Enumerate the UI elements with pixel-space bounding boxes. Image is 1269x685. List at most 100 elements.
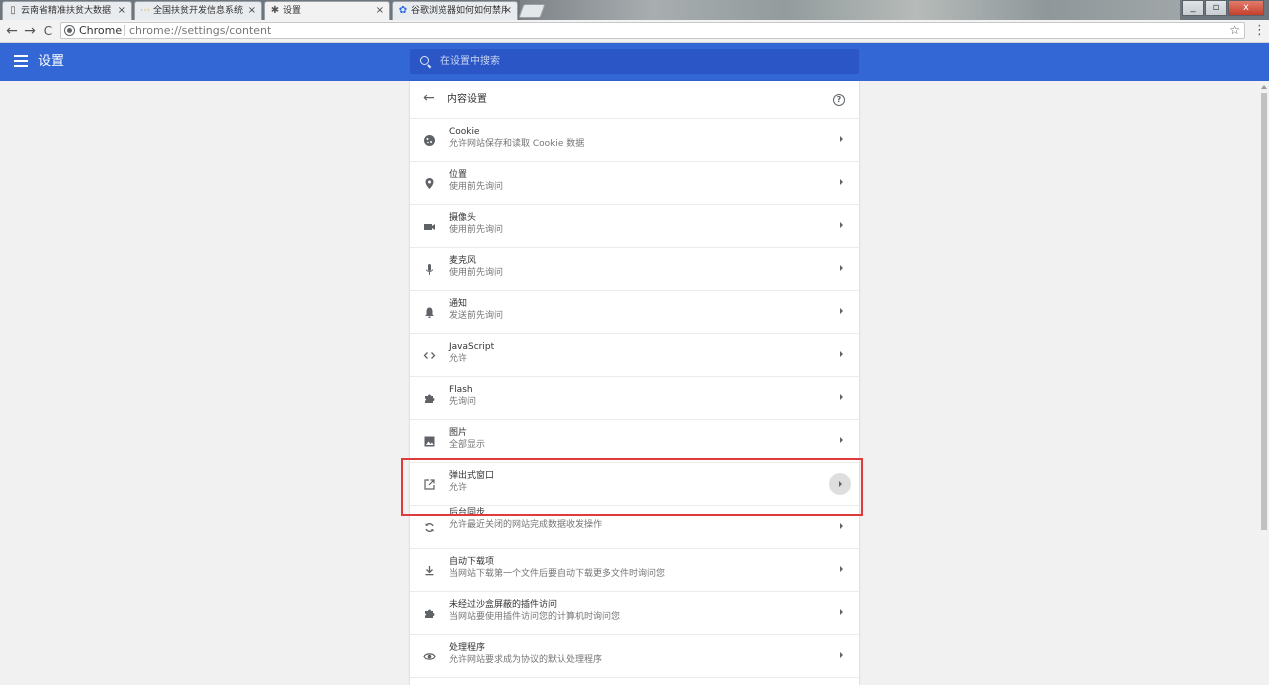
puzzle-icon bbox=[423, 607, 436, 620]
close-icon[interactable]: × bbox=[248, 2, 256, 20]
setting-row-camera[interactable]: 摄像头 使用前先询问 bbox=[410, 205, 859, 248]
forward-button[interactable]: → bbox=[21, 22, 39, 40]
chevron-right-icon[interactable] bbox=[840, 566, 843, 572]
microphone-icon bbox=[423, 263, 436, 276]
document-icon: ▯ bbox=[10, 5, 16, 16]
settings-search-input[interactable]: 在设置中搜索 bbox=[410, 49, 859, 74]
help-icon[interactable]: ? bbox=[833, 94, 845, 106]
card-header: ← 内容设置 ? bbox=[410, 81, 859, 119]
tab-yunnan-poverty[interactable]: ▯ 云南省精准扶贫大数据 × bbox=[2, 1, 132, 20]
setting-row-location[interactable]: 位置 使用前先询问 bbox=[410, 162, 859, 205]
minimize-button[interactable]: _ bbox=[1182, 0, 1204, 16]
tab-title: 谷歌浏览器如何如何禁用 bbox=[411, 6, 507, 16]
browser-menu-icon[interactable]: ⋮ bbox=[1253, 22, 1266, 40]
close-icon[interactable]: × bbox=[504, 2, 512, 20]
tab-settings[interactable]: ✱ 设置 × bbox=[264, 1, 390, 20]
setting-description: 允许网站保存和读取 Cookie 数据 bbox=[449, 139, 585, 149]
setting-description: 当网站下载第一个文件后要自动下载更多文件时询问您 bbox=[449, 569, 666, 579]
sync-icon bbox=[423, 521, 436, 534]
image-icon bbox=[423, 435, 436, 448]
handler-icon bbox=[423, 650, 436, 663]
setting-row-cookie[interactable]: Cookie 允许网站保存和读取 Cookie 数据 bbox=[410, 119, 859, 162]
tab-national-poverty-system[interactable]: ⋯ 全国扶贫开发信息系统 × bbox=[134, 1, 262, 20]
chevron-right-icon[interactable] bbox=[840, 136, 843, 142]
chevron-right-icon[interactable] bbox=[840, 609, 843, 615]
camera-icon bbox=[423, 220, 436, 233]
setting-row-auto-downloads[interactable]: 自动下载项 当网站下载第一个文件后要自动下载更多文件时询问您 bbox=[410, 549, 859, 592]
open-in-new-icon bbox=[423, 478, 436, 491]
setting-row-flash[interactable]: Flash 先询问 bbox=[410, 377, 859, 420]
back-arrow-icon[interactable]: ← bbox=[423, 90, 435, 106]
close-icon[interactable]: × bbox=[118, 2, 126, 20]
setting-row-unsandboxed-plugins[interactable]: 未经过沙盒屏蔽的插件访问 当网站要使用插件访问您的计算机时询问您 bbox=[410, 592, 859, 635]
setting-row-javascript[interactable]: JavaScript 允许 bbox=[410, 334, 859, 377]
chevron-right-icon[interactable] bbox=[840, 308, 843, 314]
setting-label: 麦克风 bbox=[449, 256, 477, 266]
setting-label: 图片 bbox=[449, 428, 468, 438]
bookmark-star-icon[interactable]: ☆ bbox=[1229, 23, 1240, 38]
chevron-right-icon[interactable] bbox=[840, 351, 843, 357]
gear-icon: ✱ bbox=[270, 5, 280, 16]
chevron-right-icon[interactable] bbox=[840, 222, 843, 228]
scrollbar-thumb[interactable] bbox=[1261, 93, 1267, 530]
setting-row-notifications[interactable]: 通知 发送前先询问 bbox=[410, 291, 859, 334]
location-icon bbox=[423, 177, 436, 190]
url-text[interactable]: chrome://settings/content bbox=[129, 23, 271, 38]
search-placeholder: 在设置中搜索 bbox=[440, 56, 500, 67]
setting-row-background-sync[interactable]: 后台同步 允许最近关闭的网站完成数据收发操作 bbox=[410, 506, 859, 549]
chevron-right-icon[interactable] bbox=[840, 265, 843, 271]
setting-row-images[interactable]: 图片 全部显示 bbox=[410, 420, 859, 463]
restore-button[interactable]: ▫ bbox=[1205, 0, 1227, 16]
chevron-right-icon[interactable] bbox=[840, 652, 843, 658]
scroll-up-arrow-icon[interactable] bbox=[1261, 85, 1267, 89]
download-icon bbox=[423, 564, 436, 577]
content-settings-card: ← 内容设置 ? Cookie 允许网站保存和读取 Cookie 数据 位置 使… bbox=[410, 81, 859, 685]
chevron-right-icon[interactable] bbox=[840, 437, 843, 443]
window-close-button[interactable]: x bbox=[1228, 0, 1264, 16]
setting-description: 先询问 bbox=[449, 397, 477, 407]
setting-description: 全部显示 bbox=[449, 440, 486, 450]
hamburger-menu-icon[interactable] bbox=[14, 55, 28, 68]
close-icon[interactable]: × bbox=[376, 2, 384, 20]
chrome-icon bbox=[65, 26, 74, 35]
setting-label: Cookie bbox=[449, 127, 480, 137]
chevron-right-icon[interactable] bbox=[839, 481, 842, 487]
setting-label: 处理程序 bbox=[449, 643, 486, 653]
search-icon bbox=[420, 56, 429, 65]
setting-row-microphone[interactable]: 麦克风 使用前先询问 bbox=[410, 248, 859, 291]
browser-toolbar: ← → C Chrome chrome://settings/content ☆… bbox=[0, 20, 1269, 43]
setting-description: 发送前先询问 bbox=[449, 311, 504, 321]
setting-row-popups[interactable]: 弹出式窗口 允许 bbox=[410, 463, 859, 506]
setting-description: 使用前先询问 bbox=[449, 268, 504, 278]
setting-label: 后台同步 bbox=[449, 508, 486, 518]
setting-description: 使用前先询问 bbox=[449, 225, 504, 235]
chevron-right-icon[interactable] bbox=[840, 523, 843, 529]
setting-description: 允许最近关闭的网站完成数据收发操作 bbox=[449, 520, 603, 530]
page-title: 设置 bbox=[38, 54, 65, 69]
address-bar[interactable]: Chrome chrome://settings/content ☆ bbox=[60, 22, 1245, 39]
reload-button[interactable]: C bbox=[39, 22, 57, 40]
page-scrollbar[interactable] bbox=[1259, 81, 1269, 685]
code-icon bbox=[423, 349, 436, 362]
chevron-right-icon[interactable] bbox=[840, 394, 843, 400]
setting-row-handlers[interactable]: 处理程序 允许网站要求成为协议的默认处理程序 bbox=[410, 635, 859, 678]
tab-title: 设置 bbox=[283, 6, 302, 16]
setting-description: 允许 bbox=[449, 354, 468, 364]
bell-icon bbox=[423, 306, 436, 319]
divider bbox=[124, 25, 125, 36]
card-title: 内容设置 bbox=[447, 94, 487, 105]
chevron-right-icon[interactable] bbox=[840, 179, 843, 185]
cookie-icon bbox=[423, 134, 436, 147]
setting-label: Flash bbox=[449, 385, 473, 395]
setting-description: 当网站要使用插件访问您的计算机时询问您 bbox=[449, 612, 621, 622]
tab-title: 全国扶贫开发信息系统 bbox=[153, 6, 244, 16]
setting-label: 未经过沙盒屏蔽的插件访问 bbox=[449, 600, 558, 610]
setting-label: 摄像头 bbox=[449, 213, 477, 223]
setting-description: 使用前先询问 bbox=[449, 182, 504, 192]
setting-label: 自动下载项 bbox=[449, 557, 495, 567]
tab-baidu-search[interactable]: ✿ 谷歌浏览器如何如何禁用 × bbox=[392, 1, 518, 20]
origin-chip: Chrome bbox=[79, 24, 123, 37]
setting-description: 允许 bbox=[449, 483, 468, 493]
tab-title: 云南省精准扶贫大数据 bbox=[21, 6, 112, 16]
back-button[interactable]: ← bbox=[3, 22, 21, 40]
